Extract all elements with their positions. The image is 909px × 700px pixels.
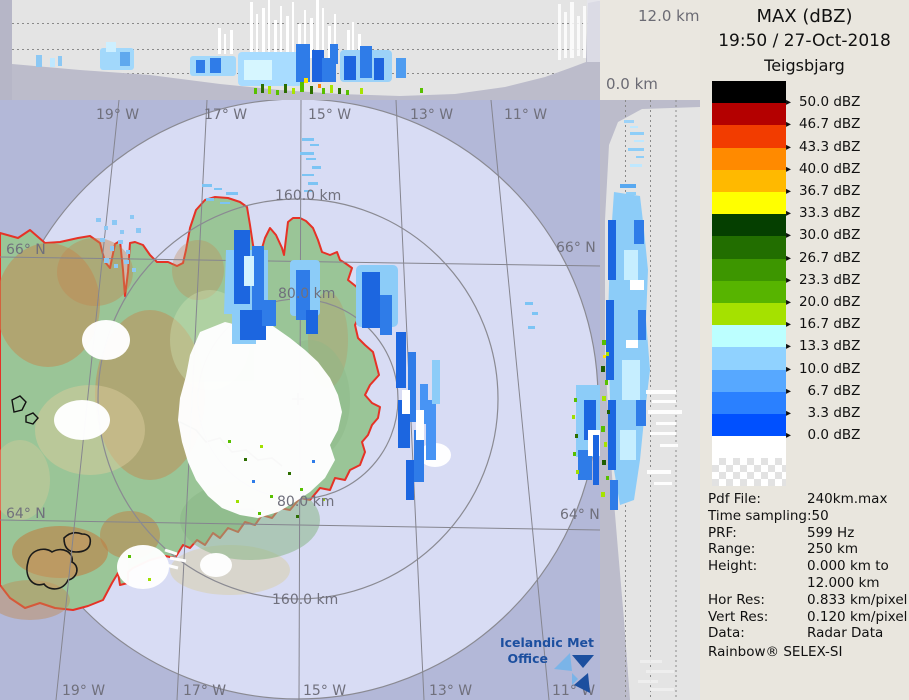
tick-arrow-icon: ▸ xyxy=(786,230,791,241)
height-axis-corner: 12.0 km 0.0 km xyxy=(600,0,700,100)
tick-arrow-icon: ▸ xyxy=(786,297,791,308)
colorbar-band xyxy=(712,170,786,192)
legend-entry: ▸3.3 dBZ xyxy=(786,405,860,422)
metadata-row: Hor Res:0.833 km/pixel xyxy=(708,592,904,608)
height-axis-min-label: 0.0 km xyxy=(606,75,658,93)
software-credit: Rainbow® SELEX-SI xyxy=(708,644,842,660)
tick-arrow-icon: ▸ xyxy=(786,408,791,419)
tick-arrow-icon: ▸ xyxy=(786,341,791,352)
legend-entry: ▸20.0 dBZ xyxy=(786,294,860,311)
tick-arrow-icon: ▸ xyxy=(786,319,791,330)
colorbar-transparency-checker xyxy=(712,458,786,486)
metadata-row: Pdf File:240km.max xyxy=(708,491,904,507)
metadata-row: Range:250 km xyxy=(708,541,904,557)
metadata-value: 599 Hz xyxy=(807,525,854,541)
colorbar-band xyxy=(712,370,786,392)
logo-arrows-icon xyxy=(552,649,596,695)
tick-arrow-icon: ▸ xyxy=(786,164,791,175)
legend-entry: ▸23.3 dBZ xyxy=(786,272,860,289)
metadata-value: 240km.max xyxy=(807,491,887,507)
metadata-label: Pdf File: xyxy=(708,491,807,507)
metadata-value: 0.833 km/pixel xyxy=(807,592,907,608)
legend-entry: ▸50.0 dBZ xyxy=(786,94,860,111)
colorbar-band xyxy=(712,281,786,303)
colorbar-band xyxy=(712,303,786,325)
tick-arrow-icon: ▸ xyxy=(786,364,791,375)
metadata-value: 50 xyxy=(812,508,829,524)
metadata-value: Radar Data xyxy=(807,625,883,641)
radar-station-name: Teigsbjarg xyxy=(700,56,909,75)
colorbar-band xyxy=(712,236,786,258)
legend-entry: ▸16.7 dBZ xyxy=(786,316,860,333)
tick-arrow-icon: ▸ xyxy=(786,386,791,397)
tick-arrow-icon: ▸ xyxy=(786,186,791,197)
tick-arrow-icon: ▸ xyxy=(786,142,791,153)
metadata-row: PRF:599 Hz xyxy=(708,525,904,541)
metadata-label: PRF: xyxy=(708,525,807,541)
tick-arrow-icon: ▸ xyxy=(786,97,791,108)
legend-entry: ▸0.0 dBZ xyxy=(786,427,860,444)
tick-arrow-icon: ▸ xyxy=(786,275,791,286)
legend-entry: ▸26.7 dBZ xyxy=(786,250,860,267)
metadata-label: Vert Res: xyxy=(708,609,807,625)
radar-map-canvas xyxy=(0,100,600,700)
metadata-label: Time sampling: xyxy=(708,508,812,524)
top-height-profile-panel[interactable] xyxy=(0,0,600,100)
colorbar-band xyxy=(712,125,786,147)
legend-entry: ▸40.0 dBZ xyxy=(786,161,860,178)
legend-entry: ▸30.0 dBZ xyxy=(786,227,860,244)
tick-arrow-icon: ▸ xyxy=(786,430,791,441)
legend-entry: ▸46.7 dBZ xyxy=(786,116,860,133)
metadata-value: 12.000 km xyxy=(807,575,880,591)
colorbar-band xyxy=(712,414,786,436)
colorbar-band xyxy=(712,214,786,236)
metadata-row: Time sampling:50 xyxy=(708,508,904,524)
colorbar-band xyxy=(712,148,786,170)
radar-display-window: 12.0 km 0.0 km xyxy=(0,0,909,700)
metadata-row: Data:Radar Data xyxy=(708,625,904,641)
side-height-profile-panel[interactable] xyxy=(600,100,700,700)
metadata-label: Data: xyxy=(708,625,807,641)
colorbar-band xyxy=(712,81,786,103)
product-title: MAX (dBZ) xyxy=(700,6,909,27)
legend-sidebar: MAX (dBZ) 19:50 / 27-Oct-2018 Teigsbjarg… xyxy=(700,0,909,700)
metadata-value: 0.000 km to xyxy=(807,558,889,574)
colorbar-band xyxy=(712,259,786,281)
metadata-value: 250 km xyxy=(807,541,858,557)
icelandic-met-office-logo: Icelandic Met Office xyxy=(468,635,594,697)
tick-arrow-icon: ▸ xyxy=(786,119,791,130)
legend-entry: ▸33.3 dBZ xyxy=(786,205,860,222)
metadata-label: Hor Res: xyxy=(708,592,807,608)
legend-entry: ▸36.7 dBZ xyxy=(786,183,860,200)
colorbar-band-below-zero xyxy=(712,436,786,458)
tick-arrow-icon: ▸ xyxy=(786,208,791,219)
colorbar-band xyxy=(712,347,786,369)
metadata-label: Height: xyxy=(708,558,807,574)
colorbar-band xyxy=(712,192,786,214)
legend-entry: ▸6.7 dBZ xyxy=(786,383,860,400)
radar-map[interactable]: 19° W 17° W 15° W 13° W 11° W 19° W 17° … xyxy=(0,100,600,700)
metadata-label: Range: xyxy=(708,541,807,557)
top-profile-plot xyxy=(0,0,600,100)
colorbar-band xyxy=(712,325,786,347)
tick-arrow-icon: ▸ xyxy=(786,253,791,264)
height-axis-max-label: 12.0 km xyxy=(638,7,699,25)
metadata-row: Height:0.000 km to xyxy=(708,558,904,574)
metadata-row: 12.000 km xyxy=(708,575,904,591)
colorbar-band xyxy=(712,103,786,125)
side-profile-plot xyxy=(600,100,700,700)
logo-text-line2: Office xyxy=(468,651,548,667)
legend-entry: ▸10.0 dBZ xyxy=(786,361,860,378)
metadata-value: 0.120 km/pixel xyxy=(807,609,907,625)
legend-entry: ▸43.3 dBZ xyxy=(786,139,860,156)
product-timestamp: 19:50 / 27-Oct-2018 xyxy=(700,31,909,51)
colorbar-band xyxy=(712,392,786,414)
legend-entry: ▸13.3 dBZ xyxy=(786,338,860,355)
metadata-row: Vert Res:0.120 km/pixel xyxy=(708,609,904,625)
